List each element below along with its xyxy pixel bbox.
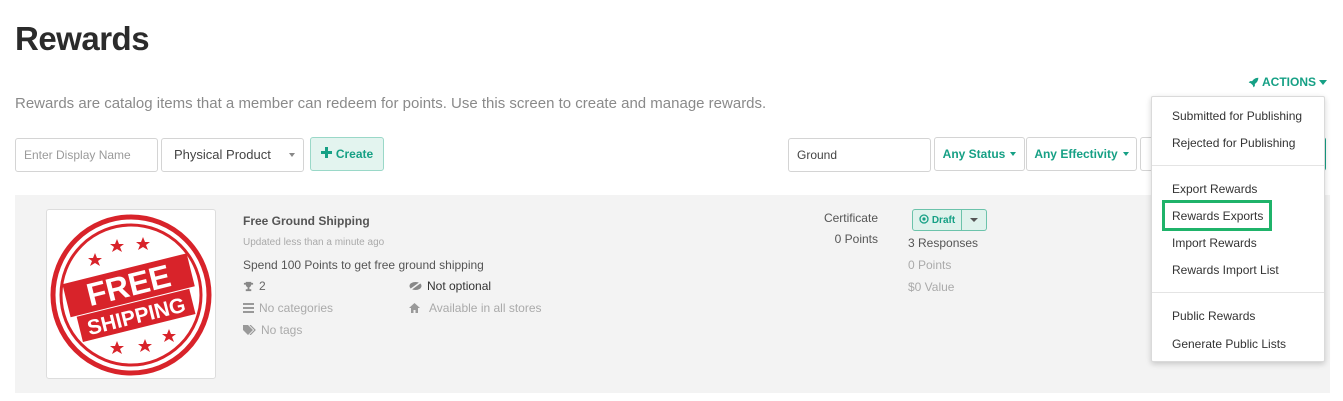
chevron-down-icon	[1319, 79, 1327, 85]
reward-count-value: 2	[259, 279, 266, 293]
reward-card[interactable]: FREE SHIPPING Free Ground Shipping Updat…	[15, 195, 1330, 393]
status-draft-label: Draft	[931, 214, 956, 226]
actions-label: ACTIONS	[1262, 75, 1316, 89]
page-title: Rewards	[15, 20, 150, 57]
search-input[interactable]	[788, 138, 931, 172]
reward-stores: Available in all stores	[409, 301, 542, 315]
free-shipping-stamp-image: FREE SHIPPING	[50, 214, 212, 376]
circle-dot-icon	[919, 213, 929, 227]
menu-item-rewards-import-list[interactable]: Rewards Import List	[1172, 263, 1279, 277]
eye-slash-icon	[409, 281, 422, 291]
reward-categories-label: No categories	[259, 301, 334, 315]
reward-type-value: Physical Product	[174, 147, 271, 162]
rocket-icon	[1248, 77, 1259, 88]
menu-item-export-rewards[interactable]: Export Rewards	[1172, 182, 1257, 196]
menu-item-rejected-for-publishing[interactable]: Rejected for Publishing	[1172, 136, 1295, 150]
plus-icon	[320, 147, 332, 161]
menu-divider	[1152, 292, 1324, 293]
reward-description: Spend 100 Points to get free ground ship…	[243, 258, 484, 272]
reward-type-select[interactable]: Physical Product	[161, 138, 304, 172]
home-icon	[409, 303, 420, 313]
status-draft-button[interactable]: Draft	[912, 209, 962, 231]
page-description: Rewards are catalog items that a member …	[15, 95, 767, 112]
reward-count: 2	[243, 279, 266, 293]
chevron-down-icon	[1122, 152, 1129, 156]
menu-divider	[1152, 165, 1324, 166]
effectivity-filter-button[interactable]: Any Effectivity	[1026, 137, 1137, 171]
status-filter-label: Any Status	[942, 147, 1006, 161]
actions-dropdown-toggle[interactable]: ACTIONS	[1248, 75, 1327, 89]
reward-optional: Not optional	[409, 279, 491, 293]
chevron-down-icon	[970, 218, 978, 222]
menu-item-generate-public-lists[interactable]: Generate Public Lists	[1172, 337, 1286, 351]
reward-tags: No tags	[243, 323, 302, 337]
reward-type: Certificate	[823, 211, 878, 225]
reward-title[interactable]: Free Ground Shipping	[243, 214, 370, 228]
actions-dropdown-menu: Submitted for Publishing Rejected for Pu…	[1151, 96, 1325, 362]
menu-item-rewards-exports[interactable]: Rewards Exports	[1172, 209, 1263, 223]
reward-categories: No categories	[243, 301, 333, 315]
reward-responses: 3 Responses	[908, 236, 979, 250]
reward-stores-label: Available in all stores	[429, 301, 542, 315]
reward-value: $0 Value	[908, 280, 955, 294]
create-label: Create	[335, 147, 374, 161]
status-filter-button[interactable]: Any Status	[934, 137, 1025, 171]
reward-optional-label: Not optional	[427, 279, 492, 293]
tags-icon	[243, 325, 256, 335]
reward-tags-label: No tags	[261, 323, 303, 337]
reward-cost: 0 Points	[834, 232, 878, 246]
list-icon	[243, 303, 254, 313]
create-button[interactable]: Create	[310, 137, 384, 171]
chevron-down-icon	[1010, 152, 1017, 156]
menu-item-submitted-for-publishing[interactable]: Submitted for Publishing	[1172, 109, 1302, 123]
status-button-group[interactable]: Draft	[912, 209, 987, 231]
chevron-down-icon	[289, 153, 295, 157]
effectivity-filter-label: Any Effectivity	[1034, 147, 1118, 161]
reward-updated-time: Updated less than a minute ago	[243, 237, 385, 248]
menu-item-public-rewards[interactable]: Public Rewards	[1172, 309, 1255, 323]
display-name-input[interactable]	[15, 138, 158, 172]
status-dropdown-toggle[interactable]	[962, 209, 987, 231]
menu-item-import-rewards[interactable]: Import Rewards	[1172, 236, 1257, 250]
trophy-icon	[243, 281, 254, 292]
reward-points: 0 Points	[908, 258, 952, 272]
reward-image: FREE SHIPPING	[46, 209, 216, 379]
